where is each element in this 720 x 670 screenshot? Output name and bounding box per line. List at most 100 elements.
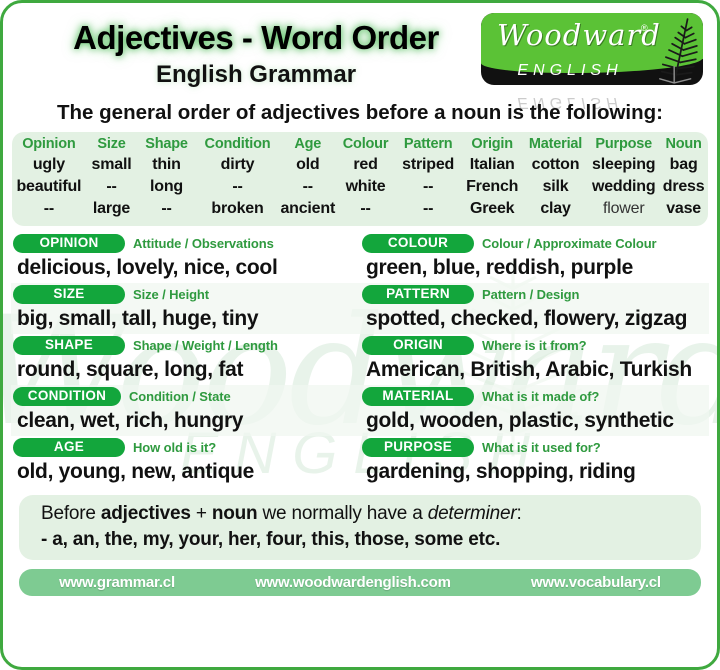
category-block-colour: COLOUR Colour / Approximate Colour green… [360,232,709,283]
fern-leaf-icon [659,18,698,84]
category-head: PURPOSE What is it used for? [362,436,707,459]
cell: -- [232,178,243,195]
cell: silk [542,178,569,195]
category-column-right: COLOUR Colour / Approximate Colour green… [360,232,709,487]
cell: cotton [531,156,580,173]
col-header-opinion: Opinion [22,136,76,152]
col-header-material: Material [528,136,583,152]
category-pill-shape: SHAPE [13,336,125,355]
category-block-shape: SHAPE Shape / Weight / Length round, squ… [11,334,360,385]
cell: striped [402,156,455,173]
cell: -- [302,178,313,195]
category-examples-purpose: gardening, shopping, riding [366,460,636,483]
cell: long [150,178,183,195]
cell: bag [669,156,698,173]
category-block-condition: CONDITION Condition / State clean, wet, … [11,385,360,436]
poster-root: Woodward ENGLISH Adjectives - Word Order [0,0,720,670]
category-pill-colour: COLOUR [362,234,474,253]
cell: dress [662,178,705,195]
cell: sleeping [592,156,656,173]
category-examples-origin: American, British, Arabic, Turkish [366,358,692,381]
woodward-english-logo: Woodward ® ENGLISH ENGLISH [481,13,703,111]
page-title: Adjectives - Word Order [73,19,439,56]
cell: wedding [591,178,656,195]
determiner-text-e: we normally have a [257,503,428,524]
category-head: PATTERN Pattern / Design [362,283,707,306]
determiner-note: Before adjectives + noun we normally hav… [19,495,701,560]
category-block-opinion: OPINION Attitude / Observations deliciou… [11,232,360,283]
col-header-pattern: Pattern [403,136,453,152]
cell: -- [43,200,55,217]
col-header-purpose: Purpose [595,136,653,152]
category-head: MATERIAL What is it made of? [362,385,707,408]
determiner-text-g: : [516,503,522,524]
cell: broken [211,200,264,217]
category-block-age: AGE How old is it? old, young, new, anti… [11,436,360,487]
category-head: ORIGIN Where is it from? [362,334,707,357]
category-pill-size: SIZE [13,285,125,304]
cell: flower [602,200,645,217]
category-examples-age: old, young, new, antique [17,460,255,483]
category-pill-material: MATERIAL [362,387,474,406]
category-grid: OPINION Attitude / Observations deliciou… [11,232,709,487]
cell: -- [423,178,434,195]
cell: Greek [469,200,515,217]
category-pill-purpose: PURPOSE [362,438,474,457]
order-table-panel: Opinion Size Shape Condition Age Colour … [12,132,708,226]
category-hint-origin: Where is it from? [482,338,587,353]
category-pill-pattern: PATTERN [362,285,474,304]
table-row: beautiful -- long -- -- white -- French … [12,176,708,198]
table-row: -- large -- broken ancient -- -- Greek c… [12,198,708,220]
category-head: SHAPE Shape / Weight / Length [13,334,358,357]
cell: red [353,156,378,173]
col-header-age: Age [294,136,322,152]
category-block-origin: ORIGIN Where is it from? American, Briti… [360,334,709,385]
cell: dirty [220,156,255,173]
category-pill-origin: ORIGIN [362,336,474,355]
category-column-left: OPINION Attitude / Observations deliciou… [11,232,360,487]
cell: large [92,200,131,217]
determiner-text-c: + [190,503,212,524]
category-block-pattern: PATTERN Pattern / Design spotted, checke… [360,283,709,334]
footer-link-woodwardenglish[interactable]: www.woodwardenglish.com [255,574,451,591]
determiner-text-f: determiner [427,503,517,524]
category-head: OPINION Attitude / Observations [13,232,358,255]
category-block-purpose: PURPOSE What is it used for? gardening, … [360,436,709,487]
cell: clay [540,200,571,217]
category-examples-material: gold, wooden, plastic, synthetic [366,409,674,432]
page-subtitle: English Grammar [155,61,357,88]
category-examples-opinion: delicious, lovely, nice, cool [17,256,278,279]
cell: ancient [280,200,336,217]
category-block-material: MATERIAL What is it made of? gold, woode… [360,385,709,436]
cell: -- [161,200,172,217]
cell: old [296,156,320,173]
category-head: COLOUR Colour / Approximate Colour [362,232,707,255]
cell: beautiful [16,178,82,195]
cell: -- [106,178,117,195]
col-header-origin: Origin [471,136,513,152]
footer-link-grammar[interactable]: www.grammar.cl [59,574,175,591]
category-block-size: SIZE Size / Height big, small, tall, hug… [11,283,360,334]
col-header-size: Size [97,136,126,152]
cell: vase [666,200,701,217]
determiner-line-1: Before adjectives + noun we normally hav… [41,503,701,525]
table-row: ugly small thin dirty old red striped It… [12,154,708,176]
category-head: AGE How old is it? [13,436,358,459]
category-hint-colour: Colour / Approximate Colour [482,236,657,251]
intro-sentence: The general order of adjectives before a… [57,101,663,124]
cell: small [91,156,132,173]
col-header-shape: Shape [145,136,188,152]
category-hint-opinion: Attitude / Observations [133,236,274,251]
col-header-noun: Noun [665,136,702,152]
determiner-line-2: - a, an, the, my, your, her, four, this,… [41,529,501,550]
col-header-colour: Colour [342,136,389,152]
logo-plate: Woodward ® ENGLISH [481,13,703,85]
cell: thin [152,156,181,173]
adjective-order-table: Opinion Size Shape Condition Age Colour … [12,135,708,220]
determiner-text-a: Before [41,503,101,524]
logo-subtext: ENGLISH [517,62,623,79]
category-hint-condition: Condition / State [129,389,231,404]
footer-link-vocabulary[interactable]: www.vocabulary.cl [531,574,661,591]
determiner-text-b: adjectives [100,503,191,524]
table-header-row: Opinion Size Shape Condition Age Colour … [12,135,708,154]
